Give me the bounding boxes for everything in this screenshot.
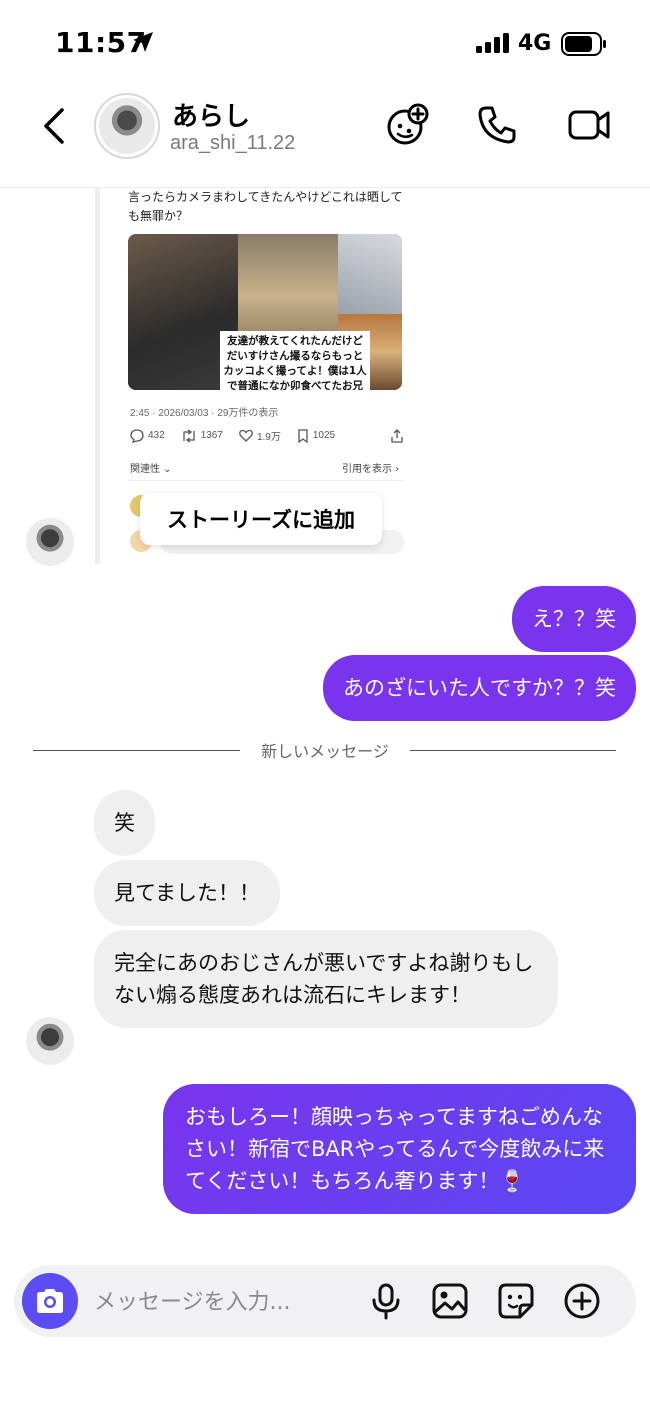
camera-button[interactable] — [22, 1273, 78, 1329]
incoming-message[interactable]: 笑 — [94, 790, 155, 856]
sticker-icon[interactable] — [496, 1281, 536, 1321]
incoming-message[interactable]: 見てました！！ — [94, 860, 280, 926]
camera-icon — [37, 1289, 63, 1313]
incoming-message[interactable]: 完全にあのおじさんが悪いですよね謝りもしない煽る態度あれは流石にキレます！ — [94, 930, 558, 1028]
phone-call-icon[interactable] — [474, 102, 520, 148]
sender-avatar[interactable] — [26, 518, 74, 566]
gallery-image-icon[interactable] — [430, 1281, 470, 1321]
message-composer: メッセージを入力... — [14, 1265, 636, 1337]
like-heart-icon — [239, 429, 253, 442]
status-bar: 11:57 4G — [0, 0, 650, 88]
bookmark-count: 1025 — [312, 430, 336, 441]
add-plus-icon[interactable] — [562, 1281, 602, 1321]
view-quotes-link: 引用を表示 › — [342, 464, 400, 475]
bookmark-icon — [298, 428, 308, 443]
like-count: 1.9万 — [256, 432, 281, 443]
outgoing-message[interactable]: おもしろー！顔映っちゃってますねごめんなさい！新宿でBARやってるんで今度飲みに… — [163, 1084, 636, 1214]
back-chevron-icon[interactable] — [40, 106, 70, 146]
outgoing-message[interactable]: あのざにいた人ですか？？笑 — [323, 655, 636, 721]
contact-username[interactable]: ara_shi_11.22 — [170, 132, 295, 155]
share-icon — [391, 428, 403, 443]
signal-bars-icon — [476, 33, 509, 53]
message-input[interactable]: メッセージを入力... — [94, 1284, 291, 1316]
sender-avatar[interactable] — [26, 1017, 74, 1065]
add-to-story-button[interactable]: ストーリーズに追加 — [140, 493, 382, 545]
repost-icon — [183, 428, 195, 443]
chat-header: あらし ara_shi_11.22 — [0, 88, 650, 188]
photo-overlay-text: 友達が教えてくれたんだけどだいすけさん撮るならもっとカッコよく撮ってよ！僕は1人… — [220, 331, 370, 390]
contact-name[interactable]: あらし — [172, 96, 250, 133]
divider-line-right — [410, 750, 616, 751]
video-call-icon[interactable] — [566, 102, 612, 148]
add-sticker-effects-icon[interactable] — [384, 102, 430, 148]
post-text: 言ったらカメラまわしてきたんやけどこれは晒しても無罪か？ — [128, 190, 403, 223]
outgoing-message[interactable]: え？？笑 — [512, 586, 636, 652]
repost-count: 1367 — [200, 430, 223, 441]
microphone-icon[interactable] — [366, 1281, 406, 1321]
related-filter: 関連性 ⌄ — [130, 464, 172, 475]
network-type: 4G — [518, 31, 552, 56]
location-arrow-icon — [133, 32, 153, 52]
post-stats: 432 1367 1.9万 1025 — [130, 428, 404, 443]
battery-icon — [561, 32, 606, 56]
contact-avatar[interactable] — [94, 93, 160, 159]
post-meta: 2:45 · 2026/03/03 · 29万件の表示 — [130, 408, 279, 419]
reply-count: 432 — [148, 430, 165, 441]
post-photo-collage: 友達が教えてくれたんだけどだいすけさん撮るならもっとカッコよく撮ってよ！僕は1人… — [128, 234, 402, 390]
reply-icon — [130, 428, 144, 443]
